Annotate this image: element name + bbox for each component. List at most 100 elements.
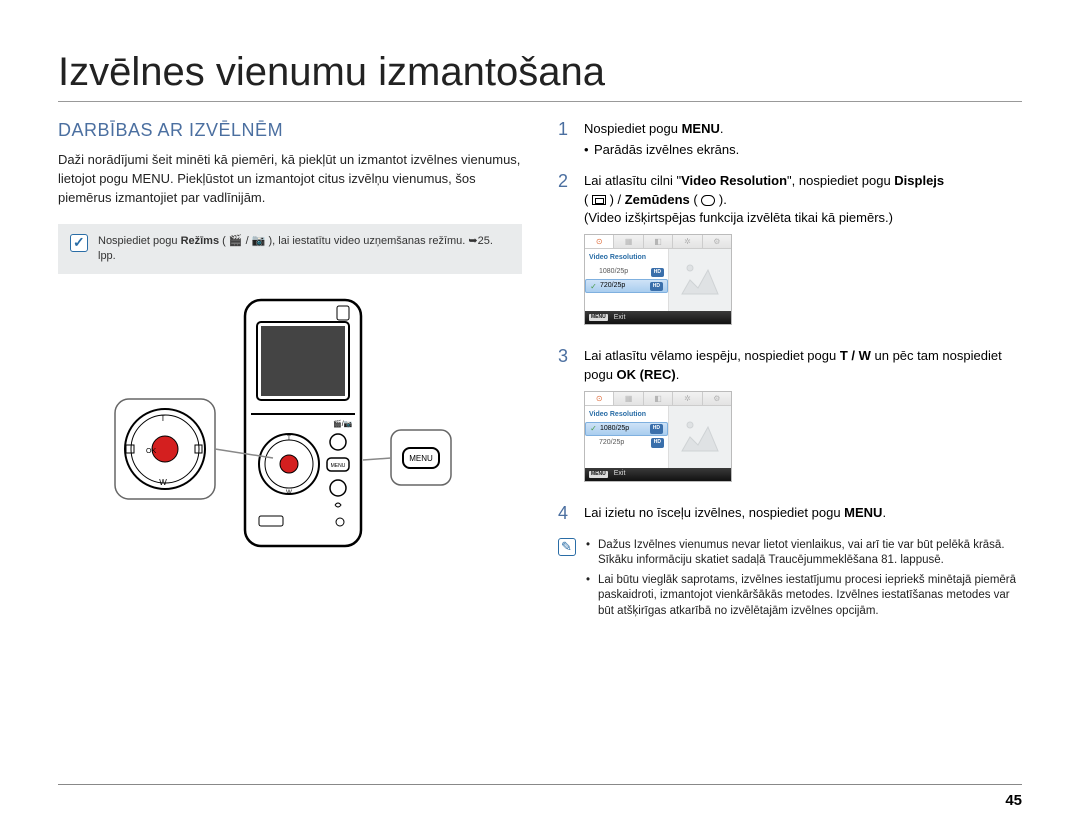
lcd2-row2-spacer [589,440,596,447]
lcd2-exit: Exit [614,469,626,479]
step2-slash: ) / [606,192,625,207]
step2-b: ", nospiediet pogu [787,173,894,188]
lcd1-tab-pic-icon: ▦ [614,235,643,248]
lcd1-row2-selected: ✓ 720/25p HD [585,279,668,293]
lcd1-row1-hd: HD [651,268,664,277]
lcd1-row1: 1080/25p HD [585,265,668,279]
lcd1-tab-cam-icon: ◧ [644,235,673,248]
footer-divider [58,784,1022,785]
lcd1-tab-video-icon: ⊙ [585,235,614,248]
step-num-4: 4 [558,504,574,524]
step1-post: . [720,121,724,136]
step1-pre: Nospiediet pogu [584,121,682,136]
svg-text:OK: OK [146,448,156,455]
info-bullet-2: Lai būtu vieglāk saprotams, izvēlnes ies… [586,573,1022,620]
info-note-content: Dažus Izvēlnes vienumus nevar lietot vie… [586,538,1022,624]
step3-a: Lai atlasītu vēlamo iespēju, nospiediet … [584,348,840,363]
underwater-icon [701,195,715,206]
check-icon [70,234,88,252]
step3-c: . [676,367,680,382]
lcd1-heading: Video Resolution [585,251,668,265]
step2-line3: (Video izšķirtspējas funkcija izvēlēta t… [584,210,893,225]
lcd2-tab-cam-icon: ◧ [644,392,673,405]
section-title: DARBĪBAS AR IZVĒLNĒM [58,120,522,141]
lcd1-row1-label: 1080/25p [599,267,648,277]
lcd2-preview [669,406,731,468]
step4-a: Lai izietu no īsceļu izvēlnes, nospiedie… [584,505,844,520]
step2-bold3: Zemūdens [625,192,690,207]
lcd1-row2-label: 720/25p [600,281,647,291]
lcd2-row1-selected: ✓ 1080/25p HD [585,422,668,436]
lcd2-heading: Video Resolution [585,408,668,422]
step4-b: . [882,505,886,520]
lcd2-menu-chip: MENU [589,471,608,478]
step2-a: Lai atlasītu cilni " [584,173,681,188]
step2-paren-open2: ( [690,192,702,207]
lcd-screenshot-1: ⊙ ▦ ◧ ✲ ⚙ Video Resolution [584,234,732,325]
mode-note-box: Nospiediet pogu Režīms ( 🎬 / 📷 ), lai ie… [58,224,522,275]
display-icon [592,195,606,205]
step2-paren-open: ( [584,192,592,207]
page-title: Izvēlnes vienumu izmantošana [58,50,1022,95]
lcd2-row1-check-icon: ✓ [590,426,597,433]
step2-bold2: Displejs [894,173,944,188]
step2-paren-close: ). [715,192,727,207]
lcd2-tab-gear-icon: ⚙ [703,392,731,405]
svg-text:T: T [161,414,166,423]
lcd2-tab-tool-icon: ✲ [673,392,702,405]
lcd2-preview-icon [676,415,724,459]
lcd1-preview [669,249,731,311]
right-column: 1 Nospiediet pogu MENU. Parādās izvēlnes… [558,120,1022,797]
info-bullet-1: Dažus Izvēlnes vienumus nevar lietot vie… [586,538,1022,569]
svg-text:MENU: MENU [331,463,346,469]
lcd1-footer: MENU Exit [585,311,731,324]
title-divider [58,101,1022,102]
step-3: 3 Lai atlasītu vēlamo iespēju, nospiedie… [558,347,1022,492]
step-num-1: 1 [558,120,574,160]
mode-note-mode: Režīms [181,235,220,247]
step-1: 1 Nospiediet pogu MENU. Parādās izvēlnes… [558,120,1022,160]
page-number: 45 [1005,792,1022,809]
step1-sub: Parādās izvēlnes ekrāns. [584,141,1022,160]
lcd1-tabs: ⊙ ▦ ◧ ✲ ⚙ [585,235,731,249]
lcd1-preview-icon [676,258,724,302]
step-num-2: 2 [558,172,574,336]
svg-text:MENU: MENU [409,454,433,463]
mode-note-prefix: Nospiediet pogu [98,235,181,247]
step4-bold: MENU [844,505,882,520]
lcd2-row2-label: 720/25p [599,438,648,448]
lcd1-menu-chip: MENU [589,314,608,321]
step1-bold: MENU [682,121,720,136]
camera-svg: OK T W [105,294,475,554]
lcd2-row2: 720/25p HD [585,436,668,450]
lcd1-row2-check-icon: ✓ [590,283,597,290]
lcd2-tabs: ⊙ ▦ ◧ ✲ ⚙ [585,392,731,406]
step2-bold1: Video Resolution [681,173,787,188]
lcd2-tab-pic-icon: ▦ [614,392,643,405]
lcd1-exit: Exit [614,313,626,323]
intro-paragraph: Daži norādījumi šeit minēti kā piemēri, … [58,151,522,208]
lcd2-row2-hd: HD [651,438,664,447]
lcd2-row1-label: 1080/25p [600,424,647,434]
left-column: DARBĪBAS AR IZVĒLNĒM Daži norādījumi šei… [58,120,522,797]
lcd2-row1-hd: HD [650,424,663,433]
svg-text:🎬/📷: 🎬/📷 [333,419,353,428]
lcd1-row2-hd: HD [650,282,663,291]
step3-bold1: T / W [840,348,871,363]
step-2: 2 Lai atlasītu cilni "Video Resolution",… [558,172,1022,336]
lcd1-tab-tool-icon: ✲ [673,235,702,248]
pencil-icon [558,538,576,556]
svg-text:W: W [286,490,292,496]
lcd-screenshot-2: ⊙ ▦ ◧ ✲ ⚙ Video Resolution ✓ [584,391,732,482]
step-4: 4 Lai izietu no īsceļu izvēlnes, nospied… [558,504,1022,524]
info-note-box: Dažus Izvēlnes vienumus nevar lietot vie… [558,538,1022,624]
lcd1-tab-gear-icon: ⚙ [703,235,731,248]
step3-bold2: OK (REC) [617,367,676,382]
svg-text:T: T [287,436,291,442]
steps-list: 1 Nospiediet pogu MENU. Parādās izvēlnes… [558,120,1022,524]
step-num-3: 3 [558,347,574,492]
mode-note-text: Nospiediet pogu Režīms ( 🎬 / 📷 ), lai ie… [98,234,510,265]
lcd2-footer: MENU Exit [585,468,731,481]
svg-text:W: W [159,478,167,487]
lcd1-row1-spacer [589,269,596,276]
